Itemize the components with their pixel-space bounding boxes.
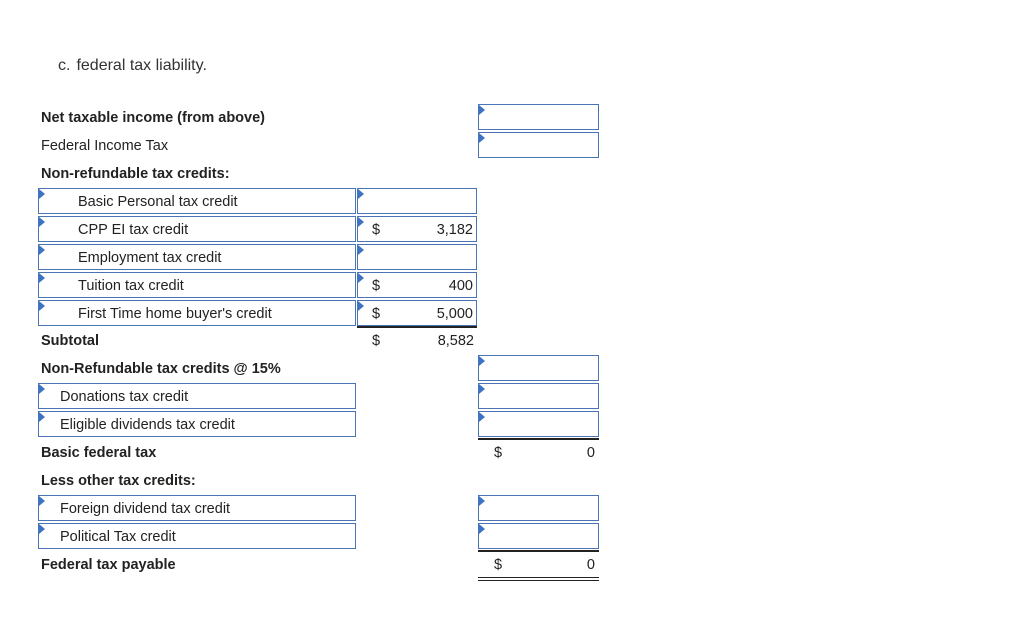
subtotal-label: Subtotal (41, 333, 99, 349)
input-marker-icon (479, 384, 485, 394)
employment-credit-label-input[interactable]: Employment tax credit (38, 244, 356, 270)
input-marker-icon (39, 496, 45, 506)
federal-income-tax-label: Federal Income Tax (41, 138, 169, 154)
net-taxable-income-input[interactable] (478, 104, 599, 130)
political-credit-amount-input[interactable] (478, 523, 599, 549)
basic-federal-tax-rule (478, 438, 599, 440)
basic-federal-tax-currency: $ (494, 445, 503, 461)
federal-tax-payable-currency: $ (494, 557, 503, 573)
basic-federal-tax-label: Basic federal tax (41, 445, 157, 461)
input-marker-icon (358, 217, 364, 227)
tuition-credit-amount-input[interactable]: $ 400 (357, 272, 477, 298)
input-marker-icon (358, 273, 364, 283)
input-marker-icon (39, 301, 45, 311)
political-credit-label-input[interactable]: Political Tax credit (38, 523, 356, 549)
input-marker-icon (39, 384, 45, 394)
question-heading: c. federal tax liability. (58, 57, 207, 75)
input-marker-icon (39, 217, 45, 227)
input-marker-icon (39, 189, 45, 199)
double-underline-top (478, 577, 599, 578)
input-marker-icon (479, 524, 485, 534)
subtotal-value: 8,582 (437, 333, 474, 349)
federal-tax-payable-value: 0 (586, 557, 595, 573)
net-taxable-income-label: Net taxable income (from above) (41, 110, 265, 126)
input-marker-icon (39, 412, 45, 422)
federal-tax-payable-rule (478, 550, 599, 552)
input-marker-icon (39, 273, 45, 283)
basic-federal-tax-value: 0 (586, 445, 595, 461)
basic-personal-credit-label-input[interactable]: Basic Personal tax credit (38, 188, 356, 214)
nonrefundable-credits-header: Non-refundable tax credits: (41, 166, 230, 182)
cpp-ei-credit-label-input[interactable]: CPP EI tax credit (38, 216, 356, 242)
foreign-dividend-amount-input[interactable] (478, 495, 599, 521)
question-text: federal tax liability. (76, 57, 207, 74)
first-time-home-buyer-amount-input[interactable]: $ 5,000 (357, 300, 477, 326)
employment-credit-amount-input[interactable] (357, 244, 477, 270)
eligible-dividends-amount-input[interactable] (478, 411, 599, 437)
input-marker-icon (39, 245, 45, 255)
donations-credit-label-input[interactable]: Donations tax credit (38, 383, 356, 409)
input-marker-icon (479, 105, 485, 115)
cpp-ei-credit-amount-input[interactable]: $ 3,182 (357, 216, 477, 242)
input-marker-icon (479, 133, 485, 143)
input-marker-icon (358, 245, 364, 255)
subtotal-rule (357, 326, 477, 328)
subtotal-currency: $ (372, 333, 381, 349)
donations-credit-amount-input[interactable] (478, 383, 599, 409)
federal-income-tax-input[interactable] (478, 132, 599, 158)
input-marker-icon (479, 356, 485, 366)
first-time-home-buyer-label-input[interactable]: First Time home buyer's credit (38, 300, 356, 326)
input-marker-icon (358, 189, 364, 199)
input-marker-icon (479, 496, 485, 506)
question-letter: c. (58, 57, 71, 74)
input-marker-icon (39, 524, 45, 534)
nonrefundable-15-label: Non-Refundable tax credits @ 15% (41, 361, 281, 377)
foreign-dividend-label-input[interactable]: Foreign dividend tax credit (38, 495, 356, 521)
less-other-credits-header: Less other tax credits: (41, 473, 196, 489)
input-marker-icon (479, 412, 485, 422)
double-underline-bottom (478, 580, 599, 581)
input-marker-icon (358, 301, 364, 311)
tuition-credit-label-input[interactable]: Tuition tax credit (38, 272, 356, 298)
nonrefundable-15-input[interactable] (478, 355, 599, 381)
federal-tax-payable-label: Federal tax payable (41, 557, 176, 573)
eligible-dividends-label-input[interactable]: Eligible dividends tax credit (38, 411, 356, 437)
basic-personal-credit-amount-input[interactable] (357, 188, 477, 214)
